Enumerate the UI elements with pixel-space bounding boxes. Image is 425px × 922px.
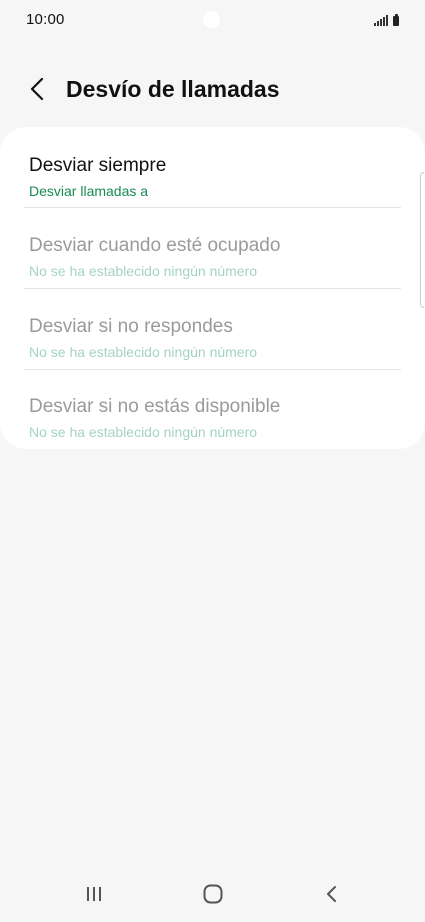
list-item-forward-always[interactable]: Desviar siempre Desviar llamadas a	[24, 137, 401, 217]
list-item-forward-no-answer[interactable]: Desviar si no respondes No se ha estable…	[24, 298, 401, 378]
item-title: Desviar si no estás disponible	[29, 396, 281, 417]
divider	[24, 207, 401, 208]
list-item-forward-busy[interactable]: Desviar cuando esté ocupado No se ha est…	[24, 217, 401, 297]
status-icons	[374, 12, 399, 26]
camera-cutout	[203, 11, 220, 28]
recent-apps-icon	[87, 887, 101, 901]
navigation-bar	[0, 866, 425, 922]
item-title: Desviar si no respondes	[29, 316, 233, 337]
nav-back-button[interactable]	[307, 874, 357, 914]
list-item-forward-unreachable[interactable]: Desviar si no estás disponible No se ha …	[24, 378, 401, 458]
back-button[interactable]	[22, 74, 52, 104]
chevron-left-icon	[30, 77, 44, 101]
recent-apps-button[interactable]	[69, 874, 119, 914]
status-bar: 10:00	[0, 0, 425, 40]
item-subtitle: No se ha establecido ningún número	[29, 263, 258, 279]
scroll-indicator[interactable]	[420, 172, 424, 308]
item-subtitle: No se ha establecido ningún número	[29, 424, 258, 440]
page-title: Desvío de llamadas	[66, 76, 280, 102]
divider	[24, 288, 401, 289]
item-subtitle: No se ha establecido ningún número	[29, 344, 258, 360]
status-time: 10:00	[26, 11, 65, 28]
back-icon	[327, 886, 336, 902]
item-title: Desviar cuando esté ocupado	[29, 235, 281, 256]
signal-icon	[374, 15, 388, 26]
battery-icon	[393, 14, 399, 26]
home-button[interactable]	[188, 874, 238, 914]
item-title: Desviar siempre	[29, 155, 167, 176]
divider	[24, 369, 401, 370]
item-subtitle: Desviar llamadas a	[29, 183, 149, 199]
app-header: Desvío de llamadas	[0, 60, 425, 118]
home-icon	[203, 884, 223, 904]
call-forwarding-list: Desviar siempre Desviar llamadas a Desvi…	[0, 127, 425, 449]
